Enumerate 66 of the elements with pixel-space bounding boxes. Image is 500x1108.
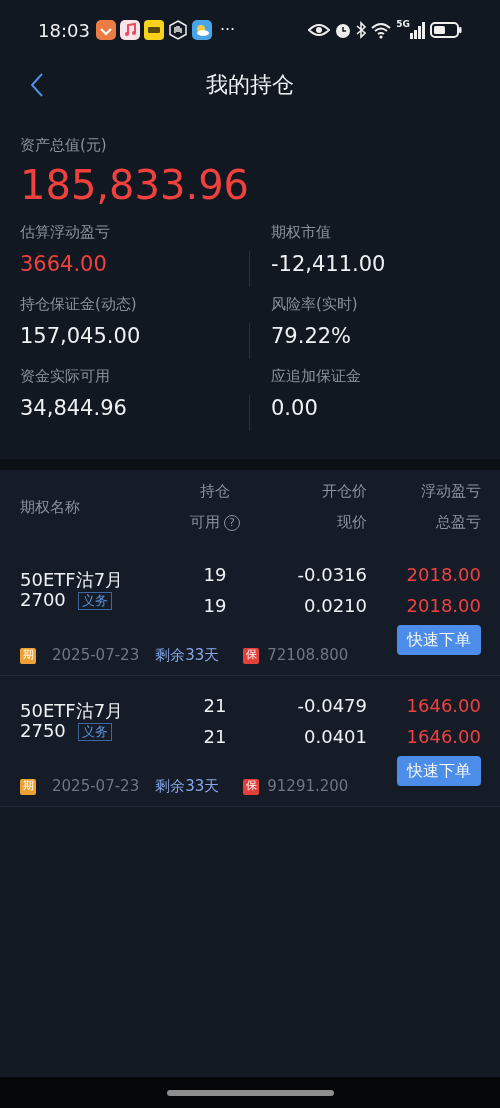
eye-icon [308,22,331,38]
position-type-tag: 义务 [77,722,112,741]
signal-icon [410,21,426,39]
total-profit: 2018.00 [405,593,481,618]
floating-profit: 1646.00 [405,693,481,718]
page-title: 我的持仓 [206,70,294,99]
quick-order-button[interactable]: 快速下单 [397,624,481,655]
more-indicator: ··· [219,19,236,41]
open-price: -0.0479 [296,693,367,718]
current-price: 0.0401 [303,724,367,749]
metric-label: 期权市值 [271,221,332,243]
column-header: 持仓 [200,482,230,500]
column-header: 可用 [190,513,220,531]
available-quantity: 21 [202,724,228,749]
strike-price: 2750 [20,719,66,741]
expiry-date: 2025-07-23 [52,645,140,666]
position-quantity: 19 [202,562,228,587]
metric-label: 应追加保证金 [271,365,362,387]
network-label: 5G [396,18,410,31]
strike-price: 2700 [20,588,66,610]
quick-order-button[interactable]: 快速下单 [397,755,481,786]
back-icon[interactable] [30,72,44,98]
days-remaining: 剩余33天 [155,776,220,797]
metric-value: 157,045.00 [20,323,142,350]
square-app-icon [143,20,164,40]
bluetooth-icon [356,21,367,39]
summary-label: 资产总值(元) [20,135,108,156]
option-name: 50ETF沽7月 [20,700,125,721]
position-quantity: 21 [202,693,228,718]
metric-value: 34,844.96 [20,395,128,422]
status-time: 18:03 [38,18,90,43]
column-header: 浮动盈亏 [421,482,481,500]
total-assets-value: 185,833.96 [20,160,251,209]
floating-profit: 2018.00 [405,562,481,587]
column-header: 总盈亏 [436,513,481,531]
position-type-tag: 义务 [77,591,112,610]
margin-badge: 保 [243,778,260,795]
wifi-icon [370,21,393,39]
margin-amount: 91291.200 [267,776,349,797]
expiry-date: 2025-07-23 [52,776,140,797]
battery-icon [430,21,462,39]
days-remaining: 剩余33天 [155,645,220,666]
metric-value: 79.22% [271,323,353,350]
open-price: -0.0316 [296,562,367,587]
column-header: 期权名称 [20,497,80,516]
option-name: 50ETF沽7月 [20,569,125,590]
metric-label: 估算浮动盈亏 [20,221,111,243]
expiry-badge: 期 [20,647,36,664]
column-header: 现价 [337,513,367,531]
available-quantity: 19 [202,593,228,618]
home-indicator[interactable] [166,1089,334,1096]
metric-label: 持仓保证金(动态) [20,293,138,315]
alarm-clock-icon [334,21,353,39]
metric-label: 资金实际可用 [20,365,111,387]
metric-value: -12,411.00 [271,251,387,278]
metric-value: 0.00 [271,395,319,422]
metric-value: 3664.00 [20,251,108,278]
column-header: 开仓价 [322,482,367,500]
weather-app-icon [191,20,212,40]
metric-label: 风险率(实时) [271,293,359,315]
total-profit: 1646.00 [405,724,481,749]
margin-badge: 保 [243,647,260,664]
current-price: 0.0210 [303,593,367,618]
expiry-badge: 期 [20,778,36,795]
music-note-icon [119,20,140,40]
margin-amount: 72108.800 [267,645,349,666]
